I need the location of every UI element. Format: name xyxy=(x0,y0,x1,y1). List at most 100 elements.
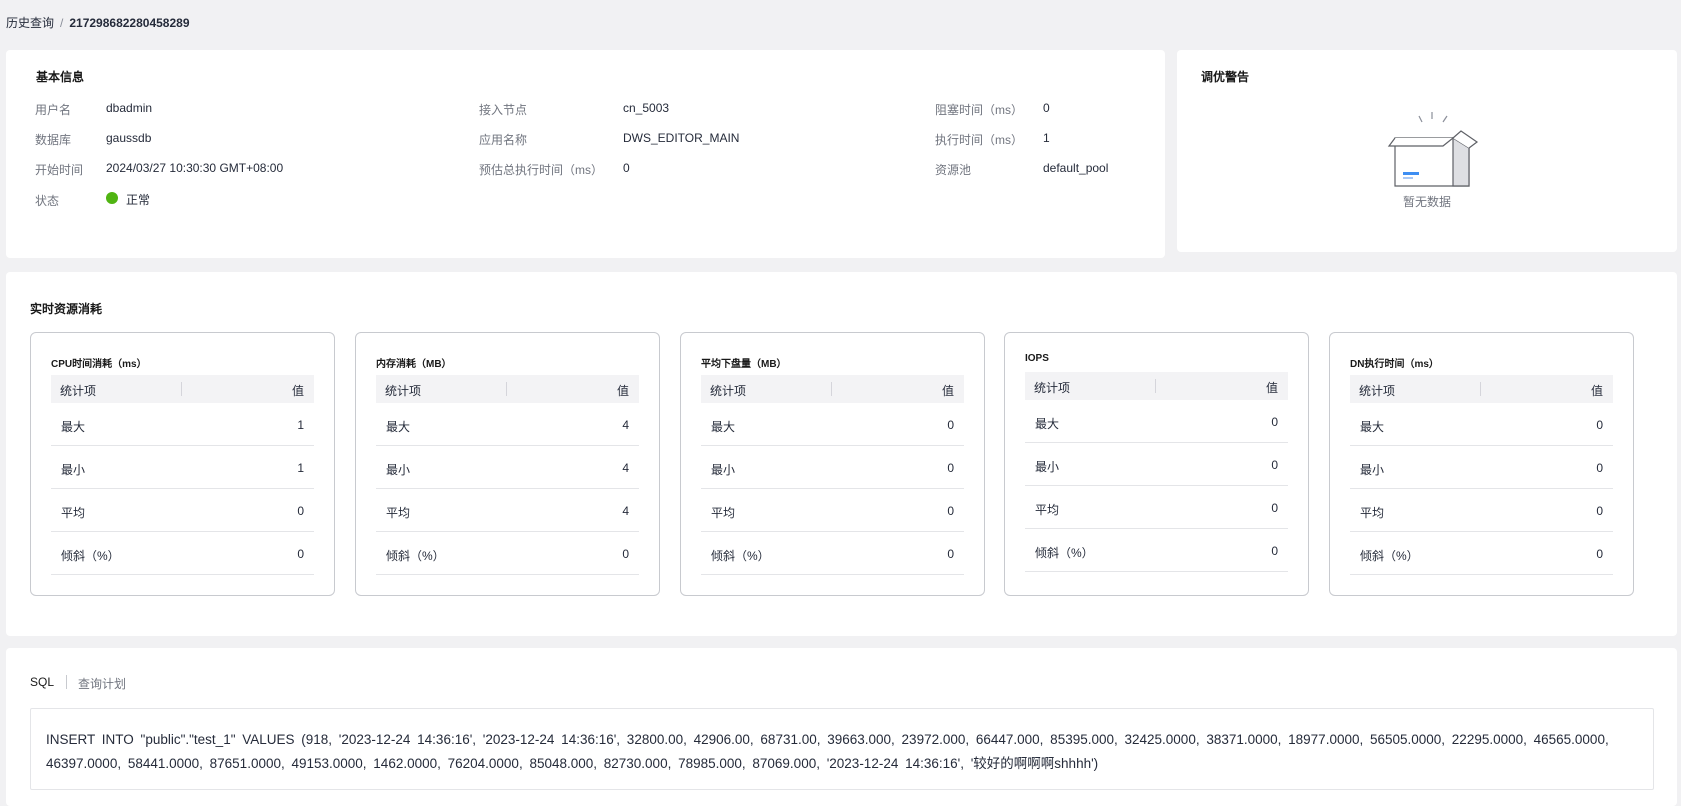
table-row: 倾斜（%） 0 xyxy=(1025,529,1288,572)
table-row: 最大 4 xyxy=(376,403,639,446)
tuning-warning-card: 调优警告 暂无数据 xyxy=(1177,50,1677,252)
row-label: 最小 xyxy=(386,463,411,477)
table-row: 最大 0 xyxy=(1025,400,1288,443)
column-header-value: 值 xyxy=(1265,381,1278,395)
table-row: 倾斜（%） 0 xyxy=(376,532,639,575)
empty-box-icon xyxy=(1387,112,1479,187)
column-divider xyxy=(1155,379,1156,393)
row-value: 0 xyxy=(622,547,629,561)
row-value: 0 xyxy=(1271,458,1278,472)
metric-title: 内存消耗（MB） xyxy=(376,359,452,370)
table-row: 平均 4 xyxy=(376,489,639,532)
metric-table: 统计项 值 最大 0 最小 0 平均 0 倾斜（%） 0 xyxy=(701,375,964,575)
metric-card-spill: 平均下盘量（MB） 统计项 值 最大 0 最小 0 平均 0 倾斜（%） 0 xyxy=(680,332,985,596)
row-value: 0 xyxy=(1596,461,1603,475)
row-value: 0 xyxy=(947,461,954,475)
metric-table: 统计项 值 最大 0 最小 0 平均 0 倾斜（%） 0 xyxy=(1350,375,1613,575)
row-label: 倾斜（%） xyxy=(1035,546,1094,560)
exec-time-label: 执行时间（ms） xyxy=(935,133,1023,147)
row-value: 0 xyxy=(947,547,954,561)
row-label: 平均 xyxy=(1035,503,1060,517)
status-label: 状态 xyxy=(35,194,60,208)
row-value: 0 xyxy=(297,504,304,518)
row-label: 平均 xyxy=(711,506,736,520)
row-value: 4 xyxy=(622,504,629,518)
row-label: 平均 xyxy=(1360,506,1385,520)
basic-info-title: 基本信息 xyxy=(36,70,85,84)
empty-text: 暂无数据 xyxy=(1402,195,1451,209)
row-value: 4 xyxy=(622,418,629,432)
row-label: 最大 xyxy=(711,420,736,434)
row-label: 最大 xyxy=(1360,420,1385,434)
row-label: 最小 xyxy=(711,463,736,477)
tab-sql[interactable]: SQL xyxy=(30,675,54,689)
column-header-item: 统计项 xyxy=(60,384,97,398)
row-value: 0 xyxy=(1596,418,1603,432)
database-value: gaussdb xyxy=(106,131,152,145)
tab-divider xyxy=(66,675,67,689)
column-header-value: 值 xyxy=(1590,384,1603,398)
column-divider xyxy=(506,382,507,396)
row-label: 平均 xyxy=(61,506,86,520)
breadcrumb-separator: / xyxy=(60,16,64,30)
resource-pool-value: default_pool xyxy=(1043,161,1109,175)
metric-title: IOPS xyxy=(1025,353,1049,364)
row-label: 最小 xyxy=(1360,463,1385,477)
row-value: 0 xyxy=(1271,544,1278,558)
column-header-value: 值 xyxy=(616,384,629,398)
metric-title: 平均下盘量（MB） xyxy=(701,359,787,370)
row-value: 0 xyxy=(947,504,954,518)
exec-time-value: 1 xyxy=(1043,131,1050,145)
row-label: 倾斜（%） xyxy=(1360,549,1419,563)
row-label: 倾斜（%） xyxy=(61,549,120,563)
table-row: 最大 1 xyxy=(51,403,314,446)
estimated-time-value: 0 xyxy=(623,161,630,175)
row-label: 最小 xyxy=(61,463,86,477)
table-row: 最小 1 xyxy=(51,446,314,489)
app-name-value: DWS_EDITOR_MAIN xyxy=(623,131,740,145)
breadcrumb: 历史查询 / 217298682280458289 xyxy=(6,14,190,31)
row-label: 最大 xyxy=(1035,417,1060,431)
app-name-label: 应用名称 xyxy=(479,133,528,147)
row-label: 最小 xyxy=(1035,460,1060,474)
table-row: 平均 0 xyxy=(701,489,964,532)
table-row: 平均 0 xyxy=(1350,489,1613,532)
table-row: 倾斜（%） 0 xyxy=(701,532,964,575)
sql-text: INSERT INTO "public"."test_1" VALUES (91… xyxy=(30,708,1654,790)
column-header-item: 统计项 xyxy=(1034,381,1071,395)
row-value: 1 xyxy=(297,418,304,432)
access-node-label: 接入节点 xyxy=(479,103,528,117)
column-header-item: 统计项 xyxy=(710,384,747,398)
metric-table: 统计项 值 最大 0 最小 0 平均 0 倾斜（%） 0 xyxy=(1025,372,1288,572)
block-time-label: 阻塞时间（ms） xyxy=(935,103,1023,117)
metric-table: 统计项 值 最大 1 最小 1 平均 0 倾斜（%） 0 xyxy=(51,375,314,575)
table-header: 统计项 值 xyxy=(376,375,639,403)
metric-card-memory: 内存消耗（MB） 统计项 值 最大 4 最小 4 平均 4 倾斜（%） 0 xyxy=(355,332,660,596)
column-divider xyxy=(181,382,182,396)
table-header: 统计项 值 xyxy=(51,375,314,403)
database-label: 数据库 xyxy=(35,133,72,147)
table-row: 最小 0 xyxy=(1350,446,1613,489)
column-divider xyxy=(1480,382,1481,396)
table-row: 最小 0 xyxy=(1025,443,1288,486)
row-value: 0 xyxy=(947,418,954,432)
basic-info-card: 基本信息 用户名 dbadmin 数据库 gaussdb 开始时间 2024/0… xyxy=(6,50,1165,258)
column-divider xyxy=(831,382,832,396)
row-value: 4 xyxy=(622,461,629,475)
table-row: 最大 0 xyxy=(1350,403,1613,446)
table-row: 最小 0 xyxy=(701,446,964,489)
row-label: 倾斜（%） xyxy=(711,549,770,563)
metric-card-iops: IOPS 统计项 值 最大 0 最小 0 平均 0 倾斜（%） 0 xyxy=(1004,332,1309,596)
metric-title: DN执行时间（ms） xyxy=(1350,359,1439,370)
breadcrumb-parent-link[interactable]: 历史查询 xyxy=(6,16,54,30)
column-header-value: 值 xyxy=(941,384,954,398)
user-label: 用户名 xyxy=(35,103,72,117)
row-label: 最大 xyxy=(386,420,411,434)
table-header: 统计项 值 xyxy=(701,375,964,403)
metric-table: 统计项 值 最大 4 最小 4 平均 4 倾斜（%） 0 xyxy=(376,375,639,575)
table-row: 倾斜（%） 0 xyxy=(51,532,314,575)
breadcrumb-current: 217298682280458289 xyxy=(69,16,190,30)
tab-query-plan[interactable]: 查询计划 xyxy=(78,675,126,692)
row-value: 0 xyxy=(1596,504,1603,518)
table-row: 平均 0 xyxy=(1025,486,1288,529)
